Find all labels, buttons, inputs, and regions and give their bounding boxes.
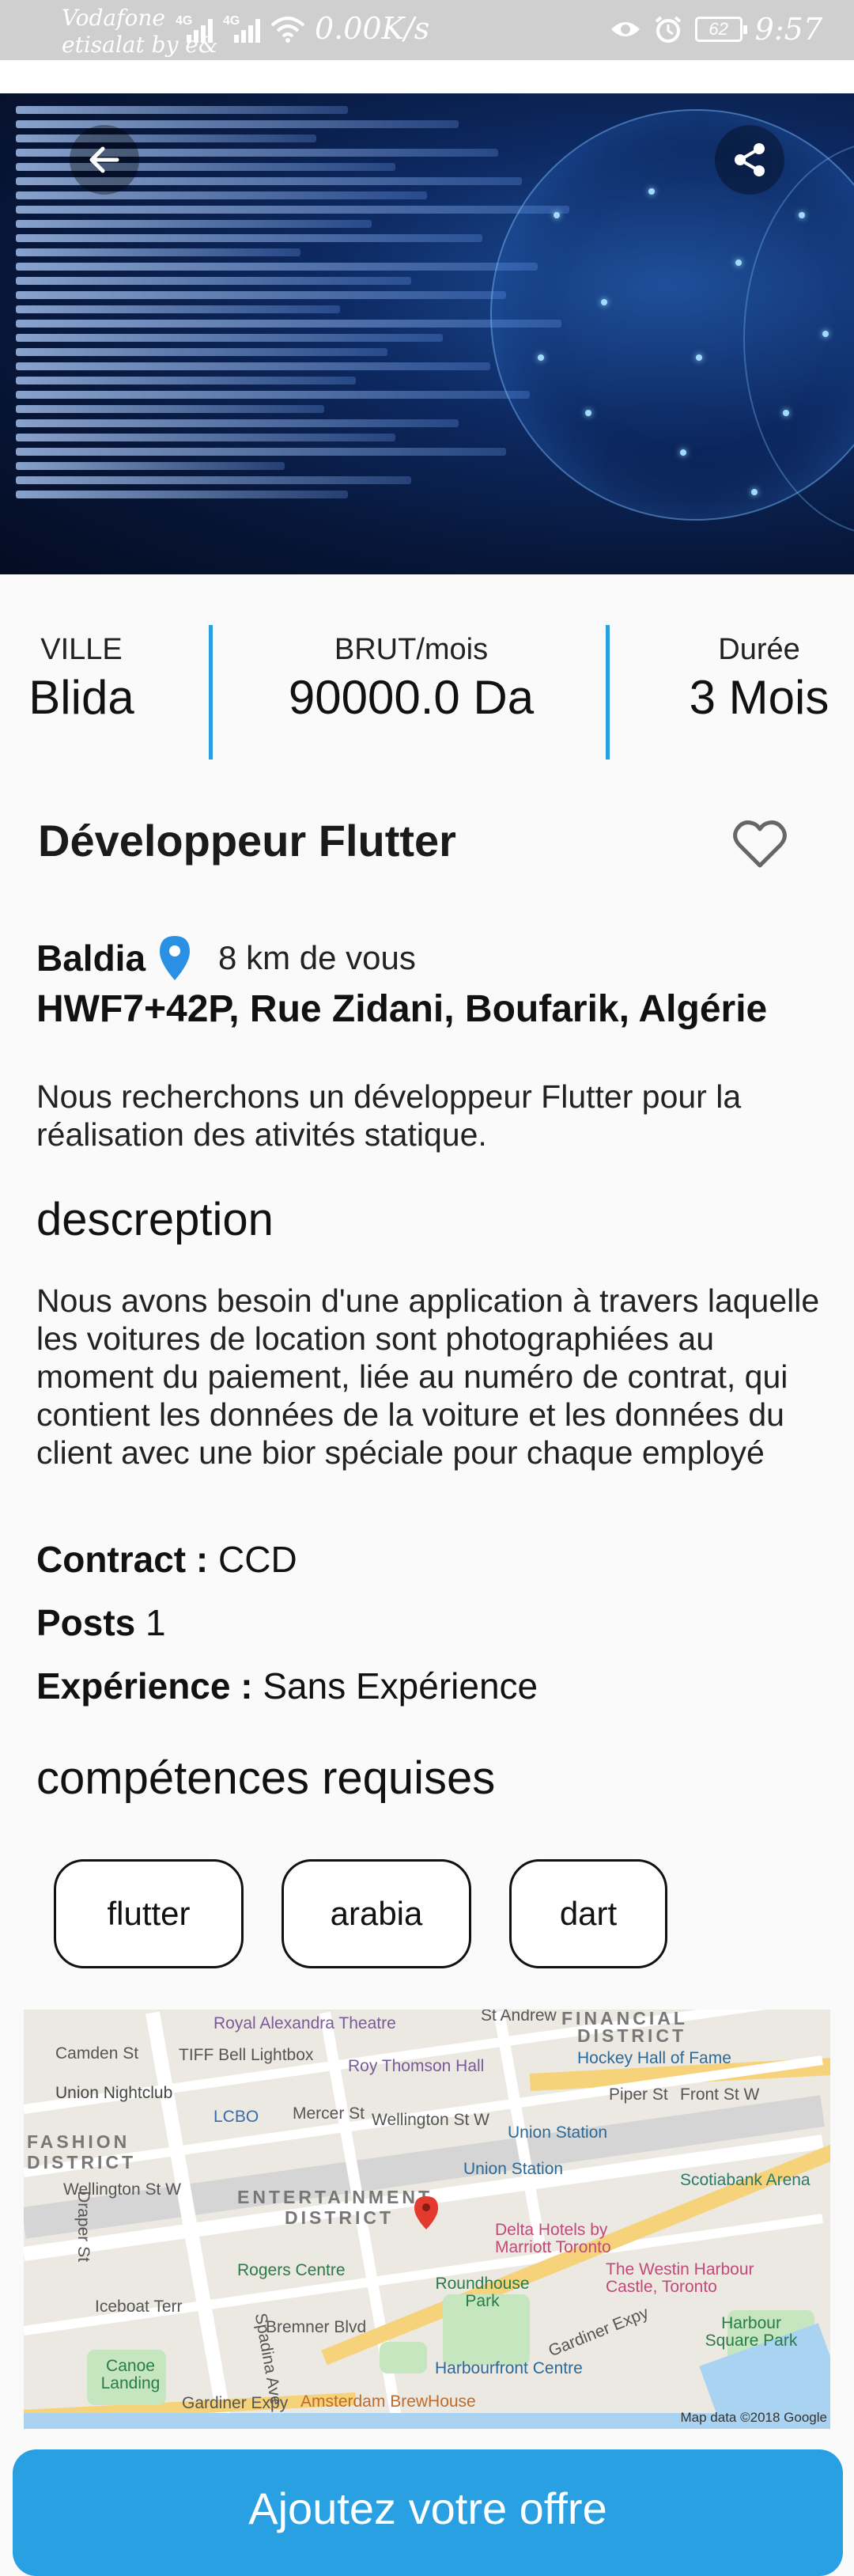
city-value: Blida (28, 671, 134, 724)
map-label: Union Station (463, 2160, 564, 2178)
map-label: Harbourfront Centre (435, 2359, 583, 2377)
skill-chip[interactable]: flutter (54, 1859, 244, 1968)
job-title: Développeur Flutter (38, 816, 456, 866)
map-label: LCBO (214, 2108, 259, 2126)
map-label: Piper St (609, 2085, 668, 2104)
header-spacer (0, 60, 854, 93)
map-label: Wellington St W (372, 2111, 489, 2129)
map-label: Roundhouse Park (435, 2275, 530, 2310)
map-label: Scotiabank Arena (680, 2171, 811, 2189)
map-label: Royal Alexandra Theatre (214, 2014, 396, 2032)
contract-row: Contract : CCD (36, 1538, 297, 1581)
status-bar: Vodafone etisalat by e& 4G 4G 0.00K/s 62… (0, 0, 854, 60)
job-description: Nous avons besoin d'une application à tr… (36, 1282, 820, 1471)
contract-label: Contract : (36, 1539, 209, 1580)
share-button[interactable] (715, 125, 784, 195)
map-marker-icon[interactable] (413, 2195, 440, 2231)
salary-label: BRUT/mois (334, 633, 489, 666)
experience-row: Expérience : Sans Expérience (36, 1665, 538, 1707)
wifi-icon (270, 17, 305, 43)
job-stats: VILLE Blida BRUT/mois 90000.0 Da Durée 3… (0, 625, 854, 767)
map-district-label: DISTRICT (27, 2152, 137, 2173)
clock: 9:57 (754, 12, 822, 47)
map-label: Hockey Hall of Fame (577, 2049, 731, 2067)
eye-icon (610, 22, 640, 36)
salary-value: 90000.0 Da (288, 671, 535, 724)
posts-label: Posts (36, 1602, 136, 1643)
skill-chip[interactable]: arabia (282, 1859, 471, 1968)
location-row: Baldia 8 km de vous (36, 930, 416, 986)
stat-salary: BRUT/mois 90000.0 Da (261, 633, 561, 725)
contract-value: CCD (218, 1539, 297, 1580)
distance-text: 8 km de vous (218, 939, 416, 976)
map-label: The Westin Harbour Castle, Toronto (606, 2260, 754, 2296)
add-offer-button[interactable]: Ajoutez votre offre (13, 2449, 843, 2576)
map-label: Canoe Landing (100, 2357, 161, 2392)
map-label: Union Nightclub (55, 2084, 173, 2102)
hero-image (0, 93, 854, 574)
address: HWF7+42P, Rue Zidani, Boufarik, Algérie (36, 988, 768, 1030)
experience-label: Expérience : (36, 1665, 253, 1707)
divider (606, 625, 610, 760)
map-label: Gardiner Expy (546, 2303, 652, 2361)
map-label: Roy Thomson Hall (348, 2057, 485, 2075)
map-label: Delta Hotels by Marriott Toronto (495, 2221, 611, 2256)
map-label: Bremner Blvd (266, 2318, 367, 2336)
map-label: Iceboat Terr (95, 2298, 183, 2316)
map-district-label: FASHION (27, 2131, 130, 2152)
share-icon (735, 143, 765, 176)
experience-value: Sans Expérience (263, 1665, 538, 1707)
alarm-icon (655, 16, 681, 43)
divider (209, 625, 213, 760)
location-map[interactable]: Royal Alexandra Theatre St Andrew FINANC… (24, 2010, 830, 2429)
map-district-label: DISTRICT (285, 2207, 395, 2228)
arrow-left-icon (89, 146, 119, 173)
city-label: VILLE (40, 633, 123, 666)
stat-city: VILLE Blida (14, 633, 149, 725)
map-district-label: DISTRICT (577, 2025, 687, 2046)
map-label: Union Station (508, 2123, 608, 2142)
battery-icon: 62 (694, 17, 747, 42)
stat-duration: Durée 3 Mois (672, 633, 846, 725)
back-button[interactable] (70, 125, 139, 195)
net-speed: 0.00K/s (315, 11, 430, 46)
map-label: Camden St (55, 2044, 139, 2063)
posts-row: Posts 1 (36, 1601, 166, 1644)
skills-list: flutter arabia dart (54, 1859, 667, 1968)
map-label: Mercer St (293, 2104, 365, 2123)
map-label: Amsterdam BrewHouse (300, 2392, 476, 2411)
heart-outline-icon[interactable] (732, 820, 788, 870)
map-label: Rogers Centre (237, 2261, 346, 2279)
map-label: Draper St (74, 2191, 93, 2262)
map-label: Front St W (680, 2085, 760, 2104)
duration-value: 3 Mois (689, 671, 829, 724)
map-label: Harbour Square Park (705, 2314, 798, 2350)
duration-label: Durée (718, 633, 800, 666)
skill-chip[interactable]: dart (509, 1859, 667, 1968)
map-district-label: ENTERTAINMENT (237, 2187, 433, 2207)
description-heading: descreption (36, 1194, 274, 1245)
location-pin-icon (160, 936, 191, 980)
map-label: St Andrew (481, 2010, 557, 2025)
map-label: TIFF Bell Lightbox (179, 2046, 314, 2064)
job-summary: Nous recherchons un développeur Flutter … (36, 1078, 742, 1153)
skills-heading: compétences requises (36, 1752, 496, 1804)
posts-value: 1 (145, 1602, 166, 1643)
map-attribution: Map data ©2018 Google (680, 2410, 828, 2425)
commune-name: Baldia (36, 938, 146, 979)
map-label: Gardiner Expy (182, 2394, 289, 2412)
